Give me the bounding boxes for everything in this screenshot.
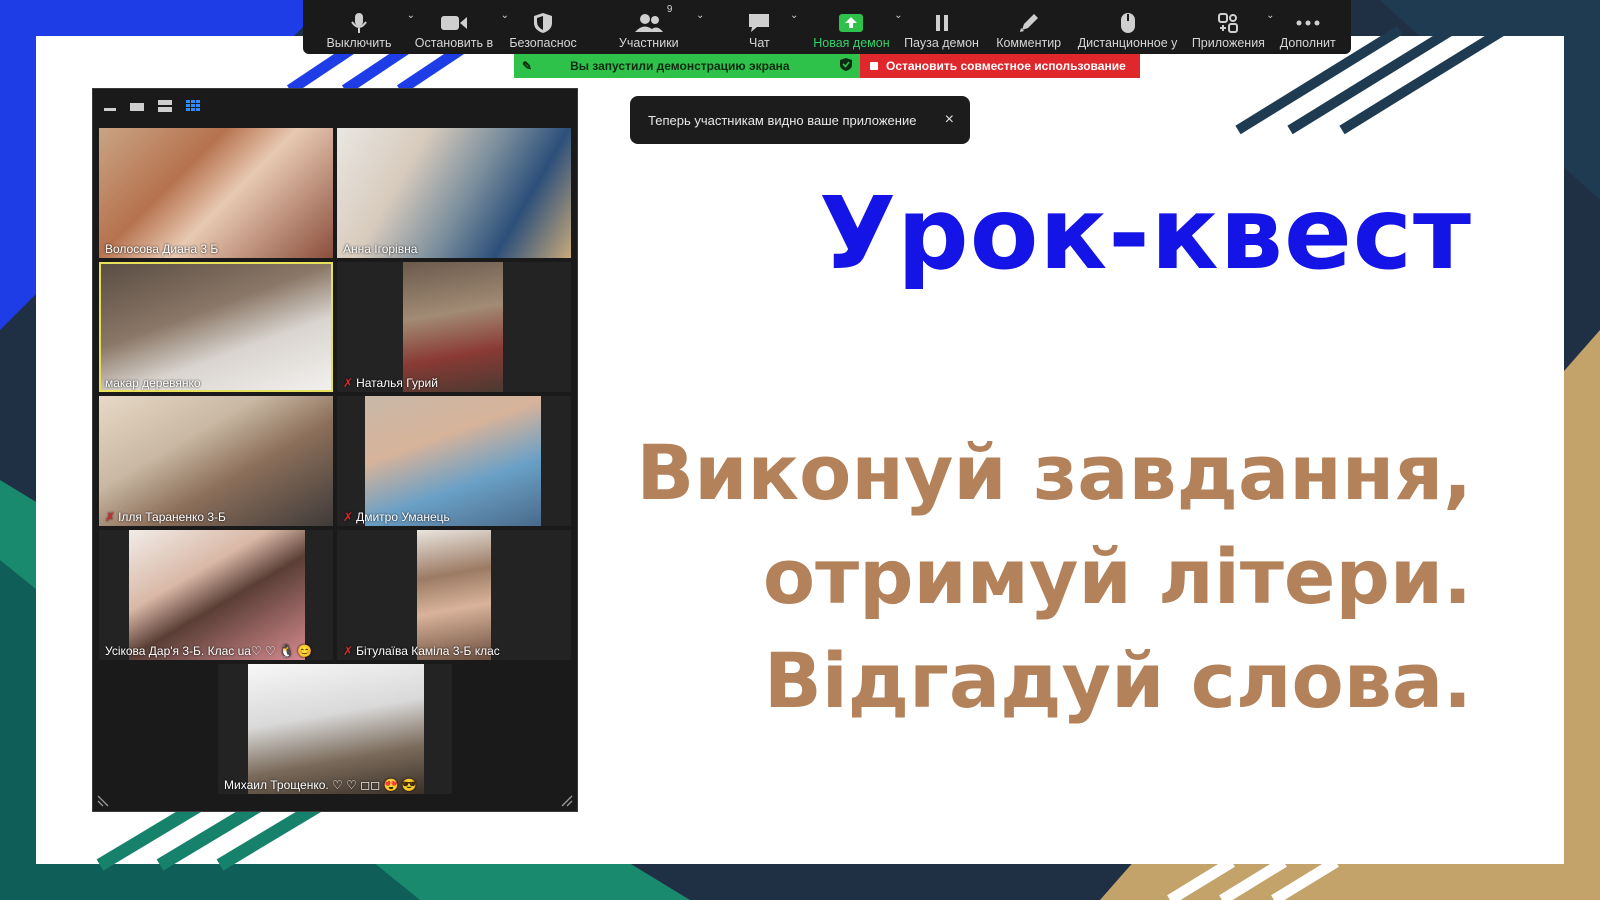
mute-label: Выключить (326, 36, 392, 50)
toast-message: Теперь участникам видно ваше приложение (648, 112, 917, 128)
slide-line-1: Виконуй завдання, (636, 428, 1472, 517)
participants-icon (634, 14, 663, 32)
security-label: Безопаснос (509, 36, 577, 50)
more-icon (1296, 20, 1320, 26)
gallery-view-controls (93, 89, 577, 123)
apps-icon (1218, 13, 1239, 33)
muted-mic-icon: ✗ (105, 510, 116, 524)
stop-video-label: Остановить в (414, 36, 494, 50)
new-share-button[interactable]: ⌄ Новая демон (806, 0, 902, 50)
slide-line-3: Відгадуй слова. (763, 636, 1472, 725)
participants-label: Участники (618, 36, 679, 50)
active-speaker-tile[interactable]: макар деревянко (99, 262, 333, 392)
share-status-bar: ✎ Вы запустили демонстрацию экрана Остан… (514, 54, 1140, 78)
resize-handle-icon[interactable] (97, 795, 109, 807)
participant-video (403, 262, 503, 392)
security-button[interactable]: Безопаснос (501, 0, 585, 50)
participant-name: Усікова Дар'я 3-Б. Клас ua♡ ♡ 🐧 😊 (105, 644, 313, 658)
stop-video-button[interactable]: ⌄ Остановить в (407, 0, 509, 50)
share-status-text: Вы запустили демонстрацию экрана (570, 59, 790, 73)
remote-control-icon (1120, 13, 1135, 33)
participant-video (99, 128, 333, 258)
slide-line-2: отримуй літери. (762, 532, 1472, 621)
participant-video-tile[interactable]: ✗ Бітулаїва Каміла 3-Б клас (337, 530, 571, 660)
share-screen-icon (839, 14, 864, 32)
participant-video-tile[interactable]: Михаил Трощенко. ♡ ♡ ◻◻ 😍 😎 (218, 664, 452, 794)
more-label: Дополнит (1279, 36, 1336, 50)
stop-share-button[interactable]: Остановить совместное использование (860, 54, 1140, 78)
chat-label: Чат (749, 36, 770, 50)
participant-video-tile[interactable]: Анна Ігорівна (337, 128, 571, 258)
annotate-button[interactable]: Комментир (987, 0, 1071, 50)
close-icon[interactable]: × (945, 111, 954, 129)
pin-icon[interactable]: ✎ (522, 59, 532, 73)
participant-video-tile[interactable]: ✗ Наталья Гурий (337, 262, 571, 392)
participants-count: 9 (666, 4, 673, 15)
video-camera-icon (440, 16, 467, 30)
participant-video (99, 396, 333, 526)
participant-name: ✗ Наталья Гурий (343, 376, 438, 390)
participant-name: Михаил Трощенко. ♡ ♡ ◻◻ 😍 😎 (224, 778, 417, 792)
participant-video (417, 530, 491, 660)
participant-name: макар деревянко (105, 376, 201, 390)
stop-icon (870, 62, 878, 70)
participant-video-tile[interactable]: ✗ Ілля Тараненко 3-Б (99, 396, 333, 526)
annotate-label: Комментир (996, 36, 1062, 50)
pause-icon (935, 15, 948, 31)
stacked-view-icon[interactable] (157, 99, 173, 113)
muted-mic-icon: ✗ (343, 376, 354, 390)
pause-share-button[interactable]: Пауза демон (896, 0, 986, 50)
participant-video-tile[interactable]: Усікова Дар'я 3-Б. Клас ua♡ ♡ 🐧 😊 (99, 530, 333, 660)
participant-name: ✗ Ілля Тараненко 3-Б (105, 510, 226, 524)
microphone-icon (351, 13, 367, 33)
minimize-view-icon[interactable] (103, 99, 117, 113)
muted-mic-icon: ✗ (343, 644, 354, 658)
gallery-view-window: Волосова Диана 3 Б Анна Ігорівна макар д… (92, 88, 578, 812)
speaker-view-icon[interactable] (129, 99, 145, 113)
notification-toast: Теперь участникам видно ваше приложение … (630, 96, 970, 144)
annotate-icon (1019, 14, 1038, 32)
new-share-label: Новая демон (813, 36, 890, 50)
more-button[interactable]: Дополнит (1272, 0, 1343, 50)
apps-label: Приложения (1191, 36, 1265, 50)
muted-mic-icon: ✗ (343, 510, 354, 524)
participant-name: Анна Ігорівна (343, 242, 418, 256)
pause-share-label: Пауза демон (904, 36, 979, 50)
participant-video-tile[interactable]: Волосова Диана 3 Б (99, 128, 333, 258)
participant-video (365, 396, 541, 526)
chevron-down-icon[interactable]: ⌄ (696, 10, 704, 21)
mute-button[interactable]: ⌄ Выключить (311, 0, 415, 50)
stop-share-label: Остановить совместное использование (886, 59, 1126, 73)
chat-icon (749, 14, 770, 32)
meeting-toolbar: ⌄ Выключить ⌄ Остановить в Безопаснос 9 … (303, 0, 1351, 54)
shield-check-icon (840, 58, 852, 74)
participant-video (101, 264, 331, 390)
apps-button[interactable]: ⌄ Приложения (1184, 0, 1275, 50)
chat-button[interactable]: ⌄ Чат (712, 0, 806, 50)
participant-video (129, 530, 305, 660)
chevron-down-icon[interactable]: ⌄ (790, 10, 798, 21)
participants-button[interactable]: 9 ⌄ Участники (585, 0, 712, 50)
remote-control-label: Дистанционное у (1077, 36, 1178, 50)
participant-video (337, 128, 571, 258)
shield-icon (534, 13, 553, 33)
remote-control-button[interactable]: Дистанционное у (1071, 0, 1185, 50)
participant-video (248, 664, 424, 794)
participant-name: ✗ Дмитро Уманець (343, 510, 450, 524)
resize-handle-icon[interactable] (561, 795, 573, 807)
participant-name: ✗ Бітулаїва Каміла 3-Б клас (343, 644, 500, 658)
participant-video-tile[interactable]: ✗ Дмитро Уманець (337, 396, 571, 526)
grid-view-icon[interactable] (185, 99, 201, 113)
slide-title: Урок-квест (819, 175, 1472, 292)
participant-name: Волосова Диана 3 Б (105, 242, 219, 256)
share-status: ✎ Вы запустили демонстрацию экрана (514, 54, 860, 78)
